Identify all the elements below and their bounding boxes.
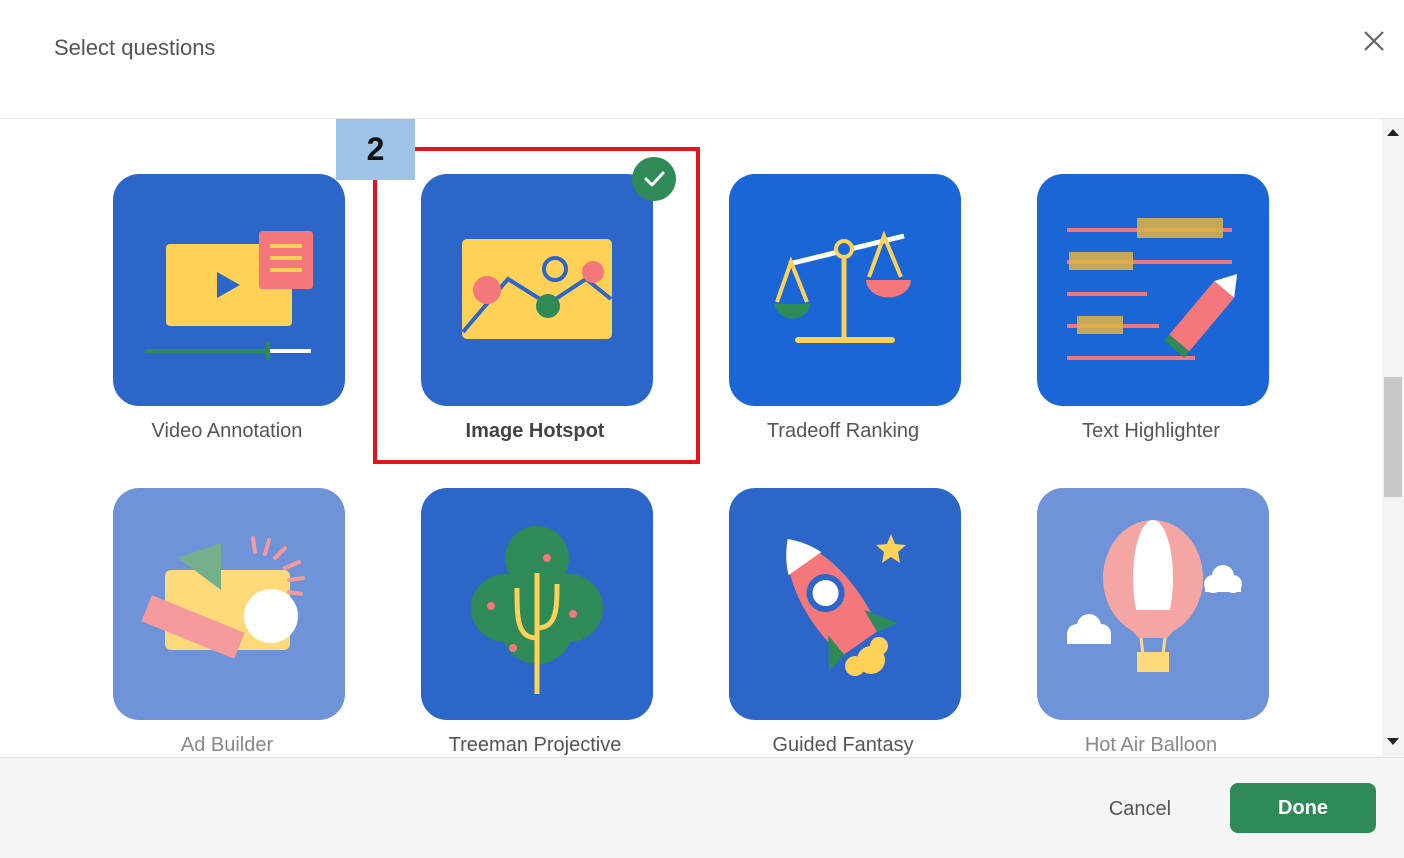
- selection-highlight-box: [373, 147, 700, 464]
- dialog-title: Select questions: [54, 35, 216, 60]
- card-tradeoff-ranking[interactable]: [729, 174, 961, 406]
- card-treeman-projective[interactable]: [421, 488, 653, 720]
- scroll-thumb[interactable]: [1384, 377, 1402, 497]
- step-number-badge: 2: [336, 119, 415, 180]
- balloon-icon: [1037, 488, 1269, 720]
- scrollbar[interactable]: [1382, 119, 1404, 756]
- card-label: Hot Air Balloon: [1084, 734, 1218, 756]
- dialog-footer: Cancel Done: [0, 757, 1404, 858]
- video-annotation-icon: [113, 174, 345, 406]
- card-label: Tradeoff Ranking: [766, 420, 920, 442]
- tree-icon: [421, 488, 653, 720]
- card-label: Guided Fantasy: [772, 734, 914, 756]
- scale-icon: [729, 174, 961, 406]
- highlighter-icon: [1037, 174, 1269, 406]
- card-hot-air-balloon[interactable]: [1037, 488, 1269, 720]
- card-label: Treeman Projective: [448, 734, 622, 756]
- card-text-highlighter[interactable]: [1037, 174, 1269, 406]
- card-video-annotation[interactable]: [113, 174, 345, 406]
- card-label: Ad Builder: [180, 734, 274, 756]
- done-button[interactable]: Done: [1230, 783, 1376, 833]
- cancel-button[interactable]: Cancel: [1090, 793, 1190, 825]
- rocket-icon: [729, 488, 961, 720]
- close-icon[interactable]: [1360, 27, 1388, 55]
- card-label: Video Annotation: [151, 420, 303, 442]
- card-ad-builder[interactable]: [113, 488, 345, 720]
- scroll-up-arrow-icon[interactable]: [1387, 129, 1399, 136]
- ad-builder-icon: [113, 488, 345, 720]
- scroll-down-arrow-icon[interactable]: [1387, 738, 1399, 745]
- card-guided-fantasy[interactable]: [729, 488, 961, 720]
- dialog-header: Select questions: [0, 0, 1404, 119]
- card-label: Text Highlighter: [1082, 420, 1220, 442]
